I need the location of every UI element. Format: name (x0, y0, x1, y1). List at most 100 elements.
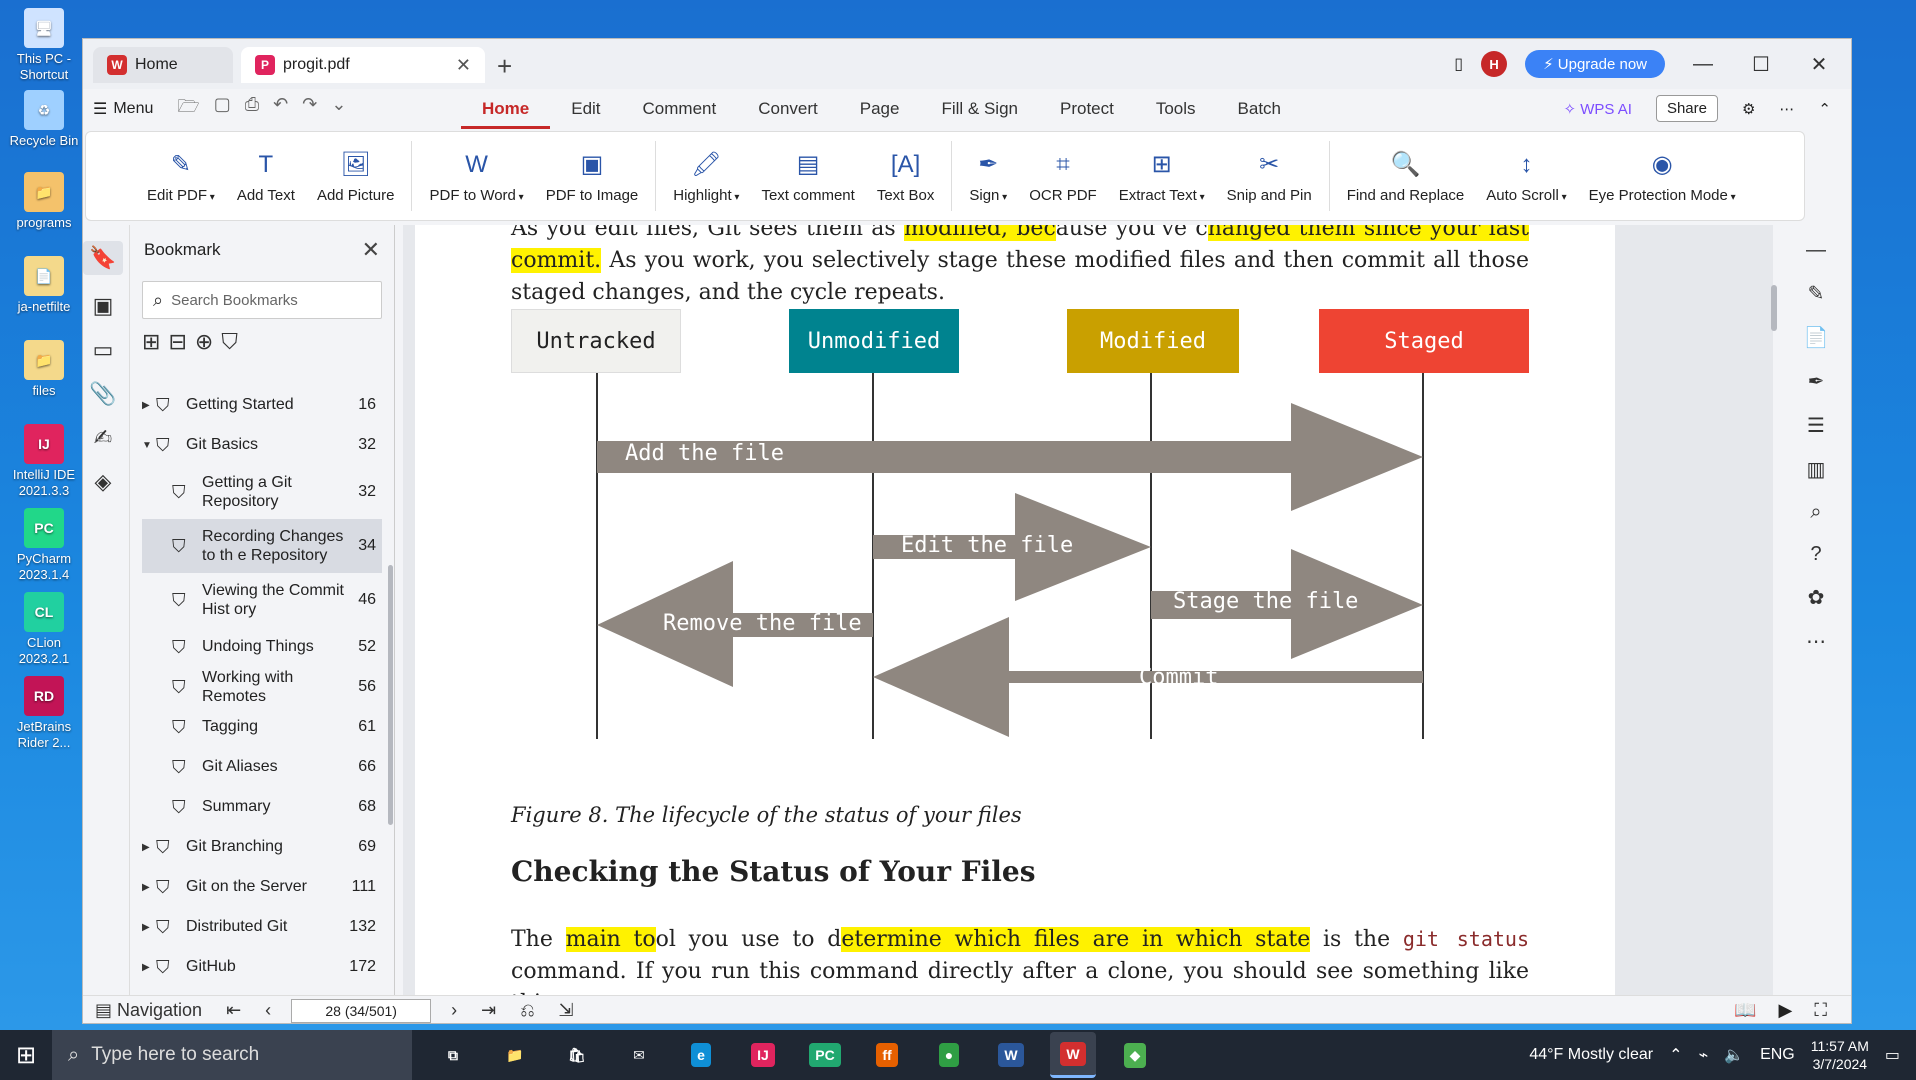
bookmark-item[interactable]: ⛉ Summary 68 (142, 787, 382, 827)
close-window-button[interactable]: ✕ (1799, 52, 1839, 77)
network-icon[interactable]: ⌁ (1699, 1045, 1709, 1065)
ribbon-tab-tools[interactable]: Tools (1135, 89, 1217, 129)
tab-progit-pdf[interactable]: P progit.pdf ✕ (241, 47, 485, 83)
minus-icon[interactable]: — (1806, 239, 1826, 262)
text-comment-button[interactable]: ▤ Text comment (750, 149, 865, 204)
more-icon[interactable]: ⋯ (1806, 629, 1826, 654)
bookmark-search-input[interactable]: ⌕ Search Bookmarks (142, 281, 382, 319)
expand-arrow-icon[interactable]: ▶ (142, 922, 152, 933)
layers-icon[interactable]: ◈ (95, 469, 112, 495)
last-page-icon[interactable]: ⇥ (481, 1000, 496, 1021)
maximize-button[interactable]: ☐ (1741, 52, 1781, 77)
pycharm-taskbar-icon[interactable]: PC (802, 1032, 848, 1078)
clock[interactable]: 11:57 AM 3/7/2024 (1811, 1037, 1869, 1073)
expand-all-icon[interactable]: ⊞ (142, 329, 160, 355)
open-folder-icon[interactable]: 🗁 (177, 94, 199, 124)
undo-icon[interactable]: ↶ (273, 94, 288, 124)
wps-ai-button[interactable]: ✧ WPS AI (1564, 100, 1632, 118)
bookmark-item[interactable]: ▶ ⛉ Getting Started 16 (142, 385, 382, 425)
start-button[interactable]: ⊞ (0, 1041, 52, 1070)
new-tab-button[interactable]: + (497, 51, 512, 82)
expand-arrow-icon[interactable]: ▶ (142, 842, 152, 853)
avatar[interactable]: H (1481, 51, 1508, 77)
zoom-icon[interactable]: ⌕ (1810, 501, 1821, 524)
fullscreen-icon[interactable]: ⛶ (1814, 1000, 1827, 1021)
store-taskbar-icon[interactable]: 🛍 (554, 1032, 600, 1078)
word-taskbar-icon[interactable]: W (988, 1032, 1034, 1078)
bookmark-scrollbar[interactable] (388, 565, 393, 825)
close-tab-icon[interactable]: ✕ (456, 55, 471, 76)
prev-page-icon[interactable]: ‹ (265, 1000, 271, 1021)
scrollbar-thumb[interactable] (1771, 285, 1777, 331)
desktop-icon[interactable]: 📁 programs (4, 172, 84, 231)
mail-taskbar-icon[interactable]: ✉ (616, 1032, 662, 1078)
desktop-icon[interactable]: 🖥 This PC - Shortcut (4, 8, 84, 82)
next-page-icon[interactable]: › (451, 1000, 457, 1021)
auto-scroll-button[interactable]: ↕ Auto Scroll ▾ (1475, 149, 1577, 204)
bookmark-item[interactable]: ⛉ Tagging 61 (142, 707, 382, 747)
bookmark-item[interactable]: ▶ ⛉ Distributed Git 132 (142, 907, 382, 947)
expand-arrow-icon[interactable]: ▶ (142, 962, 152, 973)
bookmark-panel-icon[interactable]: 🔖 (83, 241, 123, 275)
desktop-icon[interactable]: 📄 ja-netfilte (4, 256, 84, 315)
desktop-icon[interactable]: IJ IntelliJ IDE 2021.3.3 (4, 424, 84, 498)
expand-arrow-icon[interactable]: ▼ (142, 440, 152, 451)
bookmark-item[interactable]: ⛉ Git Aliases 66 (142, 747, 382, 787)
para2-highlight-1[interactable]: main to (565, 927, 656, 952)
snip-and-pin-button[interactable]: ✂ Snip and Pin (1216, 149, 1323, 204)
layout-icon[interactable]: ▯ (1454, 54, 1463, 74)
find-and-replace-button[interactable]: 🔍 Find and Replace (1336, 149, 1476, 204)
desktop-icon[interactable]: PC PyCharm 2023.1.4 (4, 508, 84, 582)
text-box-button[interactable]: [A] Text Box (866, 149, 946, 204)
help-icon[interactable]: ? (1810, 543, 1821, 566)
desktop-icon[interactable]: 📁 files (4, 340, 84, 399)
desktop-icon[interactable]: CL CLion 2023.2.1 (4, 592, 84, 666)
expand-arrow-icon[interactable]: ▶ (142, 400, 152, 411)
chevron-down-icon[interactable]: ⌄ (331, 94, 346, 124)
bookmark-item[interactable]: ⛉ Viewing the Commit Hist ory 46 (142, 573, 382, 627)
desktop-icon[interactable]: ♻ Recycle Bin (4, 90, 84, 149)
ribbon-tab-comment[interactable]: Comment (622, 89, 738, 129)
taskbar-search-input[interactable]: ⌕ Type here to search (52, 1030, 412, 1080)
comment-icon[interactable]: ▭ (93, 337, 114, 363)
para1-highlight-1[interactable]: modified, bec (904, 225, 1056, 241)
close-icon[interactable]: ✕ (362, 237, 380, 263)
forward-icon[interactable]: ⇲ (559, 1000, 574, 1021)
share-button[interactable]: Share (1655, 95, 1718, 122)
file-explorer-taskbar-icon[interactable]: 📁 (492, 1032, 538, 1078)
extract-text-button[interactable]: ⊞ Extract Text ▾ (1108, 149, 1216, 204)
first-page-icon[interactable]: ⇤ (226, 1000, 241, 1021)
document-icon[interactable]: 📄 (1804, 325, 1829, 350)
ribbon-tab-edit[interactable]: Edit (550, 89, 621, 129)
bookmark-item[interactable]: ▼ ⛉ Git Basics 32 (142, 425, 382, 465)
intellij-taskbar-icon[interactable]: IJ (740, 1032, 786, 1078)
bookmark-item[interactable]: ▶ ⛉ Git on the Server 111 (142, 867, 382, 907)
ribbon-tab-protect[interactable]: Protect (1039, 89, 1135, 129)
git-gui-taskbar-icon[interactable]: ◆ (1112, 1032, 1158, 1078)
pdf-to-image-button[interactable]: ▣ PDF to Image (535, 149, 650, 204)
para2-highlight-2[interactable]: etermine which files are in which state (841, 927, 1311, 952)
edit-icon[interactable]: ✎ (1808, 281, 1825, 306)
bookmark-item[interactable]: ⛉ Getting a Git Repository 32 (142, 465, 382, 519)
ocr-pdf-button[interactable]: ⌗ OCR PDF (1018, 149, 1108, 204)
bookmark-item[interactable]: ⛉ Recording Changes to th e Repository 34 (142, 519, 382, 573)
save-icon[interactable]: ▢ (214, 94, 231, 124)
expand-arrow-icon[interactable]: ▶ (142, 882, 152, 893)
add-picture-button[interactable]: 🖼 Add Picture (306, 149, 406, 204)
chrome-taskbar-icon[interactable]: ● (926, 1032, 972, 1078)
ribbon-tab-batch[interactable]: Batch (1217, 89, 1302, 129)
language-indicator[interactable]: ENG (1760, 1046, 1795, 1064)
back-icon[interactable]: ⎌ (520, 1000, 534, 1021)
split-icon[interactable]: ☰ (1807, 413, 1825, 438)
bookmark-item[interactable]: ▶ ⛉ GitHub 172 (142, 947, 382, 987)
minimize-button[interactable]: — (1683, 53, 1723, 76)
attachment-icon[interactable]: 📎 (89, 381, 116, 407)
thumbnail-icon[interactable]: ▣ (93, 293, 114, 319)
bookmark-item[interactable]: ▶ ⛉ Git Branching 69 (142, 827, 382, 867)
highlight-button[interactable]: 🖍 Highlight ▾ (662, 149, 750, 204)
print-icon[interactable]: ⎙ (245, 94, 259, 124)
weather-widget[interactable]: 44°F Mostly clear (1529, 1046, 1653, 1064)
play-icon[interactable]: ▶ (1779, 1000, 1793, 1021)
navigation-toggle[interactable]: ▤ Navigation (95, 1000, 202, 1021)
bookmark-icon[interactable]: ⛉ (221, 329, 238, 355)
